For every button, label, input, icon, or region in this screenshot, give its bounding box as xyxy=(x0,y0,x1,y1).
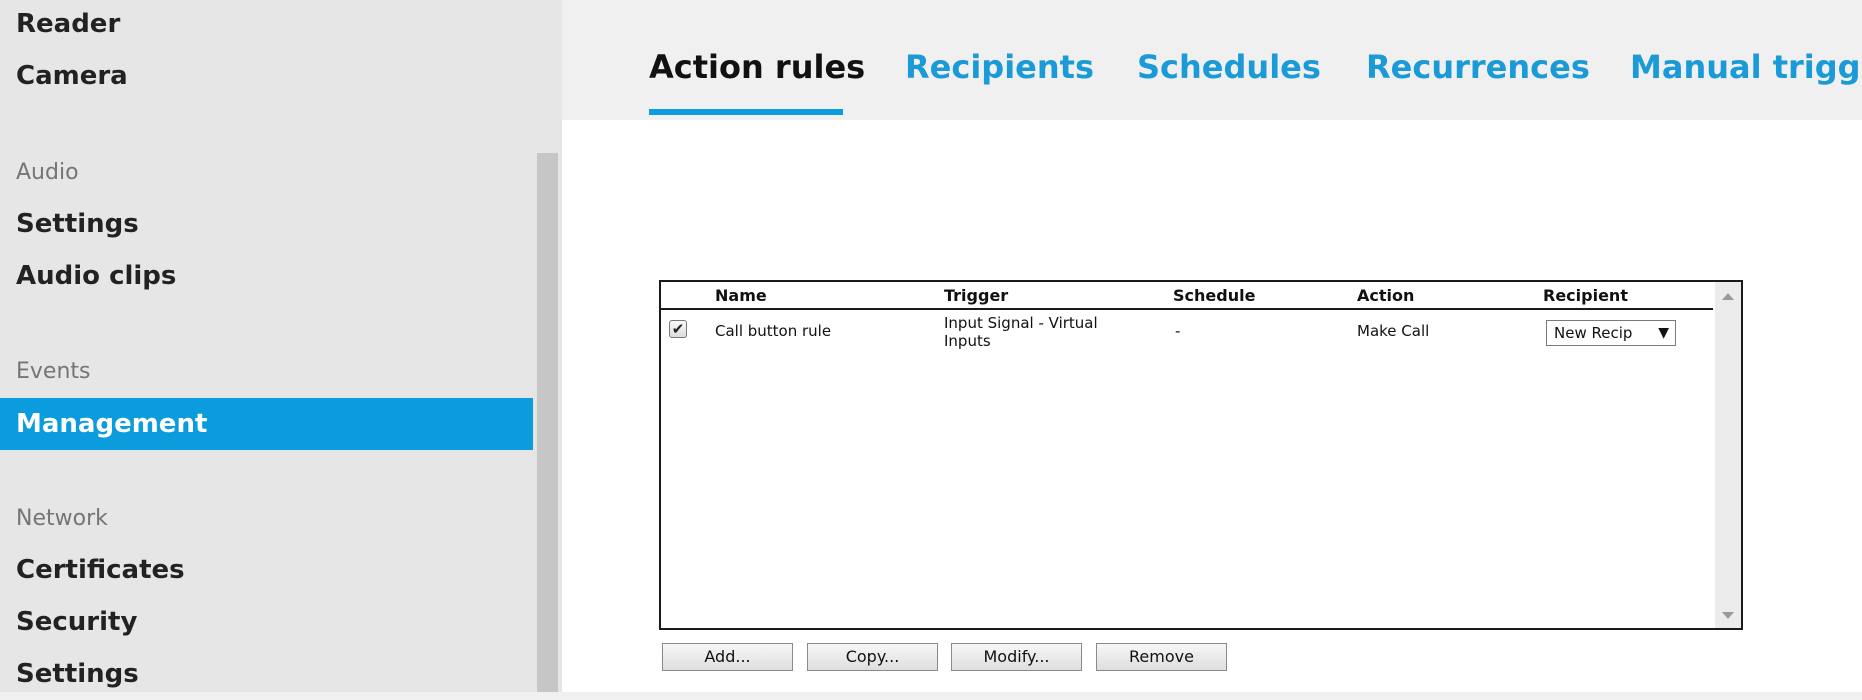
recipient-select[interactable]: New Recip ▼ xyxy=(1546,320,1676,346)
column-header-trigger[interactable]: Trigger xyxy=(944,286,1008,305)
tab-action-rules[interactable]: Action rules xyxy=(649,48,865,86)
column-header-name[interactable]: Name xyxy=(715,286,767,305)
action-rules-table: Name Trigger Schedule Action Recipient ✔… xyxy=(659,280,1743,630)
sidebar-item-certificates[interactable]: Certificates xyxy=(0,544,533,596)
rule-name: Call button rule xyxy=(715,322,832,340)
add-button[interactable]: Add... xyxy=(662,643,793,671)
sidebar-item-reader[interactable]: Reader xyxy=(0,0,533,50)
remove-button[interactable]: Remove xyxy=(1096,643,1227,671)
scroll-up-arrow-icon[interactable] xyxy=(1722,293,1734,300)
sidebar-section-audio: Audio xyxy=(16,160,79,185)
chevron-down-icon: ▼ xyxy=(1658,325,1669,341)
sidebar-item-camera[interactable]: Camera xyxy=(0,50,533,102)
rule-action: Make Call xyxy=(1357,322,1430,340)
sidebar-section-events: Events xyxy=(16,359,91,384)
rule-schedule: - xyxy=(1175,322,1181,340)
recipient-select-value: New Recip xyxy=(1554,324,1633,342)
header-divider xyxy=(661,308,1713,310)
column-header-action[interactable]: Action xyxy=(1357,286,1414,305)
copy-button[interactable]: Copy... xyxy=(807,643,938,671)
rule-enabled-checkbox[interactable]: ✔ xyxy=(669,320,687,338)
sidebar-item-security[interactable]: Security xyxy=(0,596,533,648)
tab-manual-trigger[interactable]: Manual trigger xyxy=(1630,48,1862,86)
scroll-down-arrow-icon[interactable] xyxy=(1722,612,1734,619)
rule-trigger: Input Signal - Virtual Inputs xyxy=(944,314,1098,350)
sidebar-item-audio-clips[interactable]: Audio clips xyxy=(0,250,533,302)
sidebar-scrollbar-thumb[interactable] xyxy=(537,153,558,692)
sidebar-section-network: Network xyxy=(16,506,108,531)
sidebar-item-network-settings[interactable]: Settings xyxy=(0,648,533,700)
table-scrollbar[interactable] xyxy=(1715,282,1741,628)
active-tab-indicator xyxy=(649,109,843,115)
tab-schedules[interactable]: Schedules xyxy=(1137,48,1321,86)
column-header-recipient[interactable]: Recipient xyxy=(1543,286,1628,305)
tab-recurrences[interactable]: Recurrences xyxy=(1366,48,1590,86)
column-header-schedule[interactable]: Schedule xyxy=(1173,286,1255,305)
sidebar-item-audio-settings[interactable]: Settings xyxy=(0,198,533,250)
modify-button[interactable]: Modify... xyxy=(951,643,1082,671)
sidebar: Reader Camera Audio Settings Audio clips… xyxy=(0,0,533,692)
tab-recipients[interactable]: Recipients xyxy=(905,48,1094,86)
sidebar-item-management[interactable]: Management xyxy=(0,398,533,450)
